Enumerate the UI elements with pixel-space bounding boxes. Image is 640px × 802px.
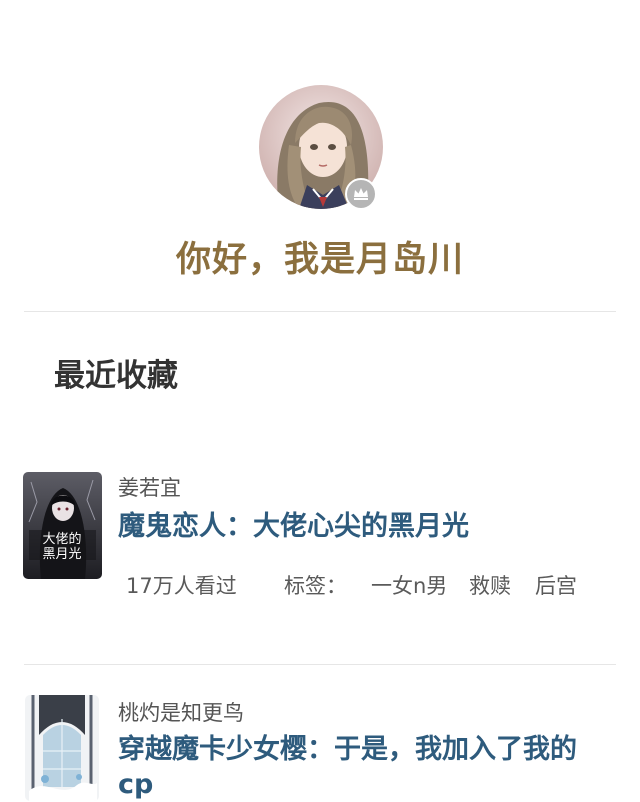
book-tag[interactable]: 一女n男 [371, 571, 447, 601]
greeting-title: 你好，我是月岛川 [175, 240, 464, 280]
book-cover[interactable]: 大佬的 黑月光 [23, 472, 102, 579]
section-title: 最近收藏 [54, 358, 178, 394]
book-tag[interactable]: 后宫 [535, 571, 577, 601]
cover-title-line1: 大佬的 [42, 531, 81, 547]
tag-label: 标签： [284, 574, 347, 598]
book-tag[interactable]: 救赎 [469, 571, 511, 601]
book-title[interactable]: 魔鬼恋人：大佬心尖的黑月光 [118, 509, 608, 544]
book-author[interactable]: 姜若宜 [118, 473, 181, 503]
divider [24, 664, 616, 665]
book-cover[interactable] [25, 695, 99, 801]
book-card[interactable]: 大佬的 黑月光 姜若宜 魔鬼恋人：大佬心尖的黑月光 17万人看过 标签： 一女n… [0, 470, 640, 620]
divider [24, 311, 616, 312]
book-card[interactable]: 桃灼是知更鸟 穿越魔卡少女樱：于是，我加入了我的cp [0, 690, 640, 801]
cover-title-line2: 黑月光 [42, 547, 81, 562]
crown-icon [345, 178, 377, 210]
book-title[interactable]: 穿越魔卡少女樱：于是，我加入了我的cp [118, 732, 608, 802]
book-author[interactable]: 桃灼是知更鸟 [118, 698, 244, 728]
view-count: 17万人看过 [126, 574, 237, 598]
profile-header: 你好，我是月岛川 [0, 0, 640, 312]
